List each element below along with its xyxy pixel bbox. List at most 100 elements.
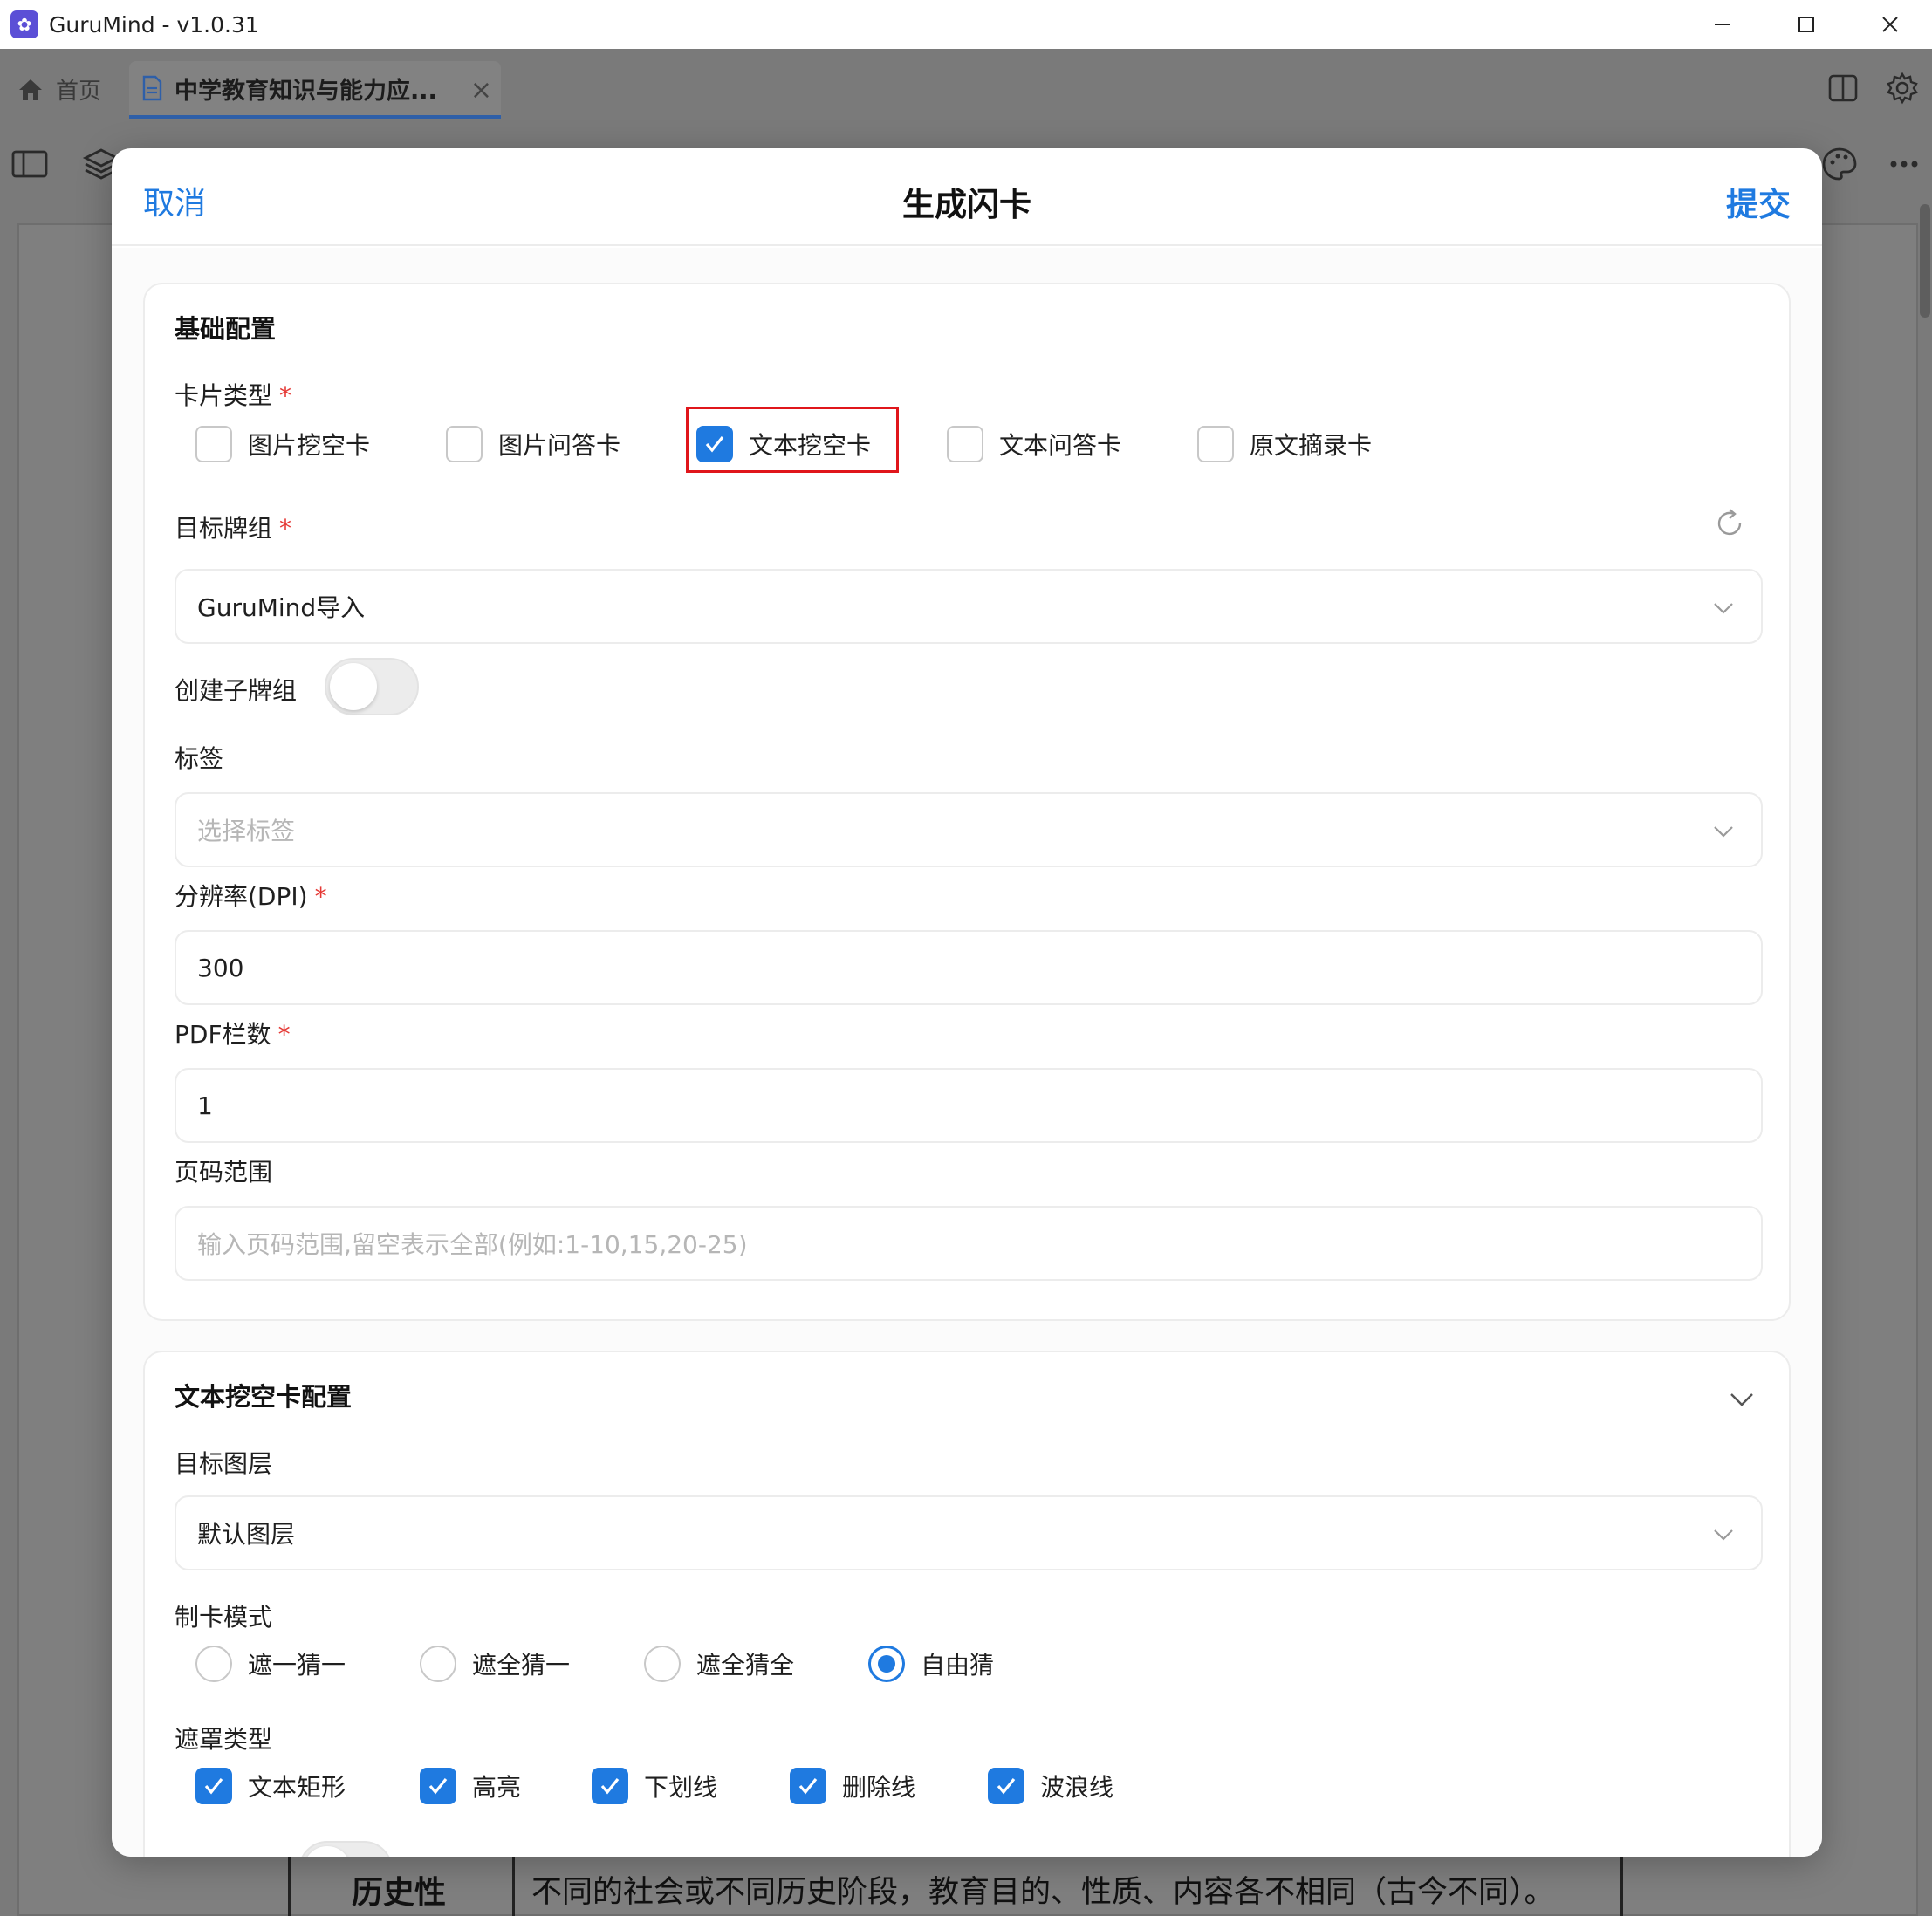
- submit-button[interactable]: 提交: [1726, 178, 1791, 225]
- app-logo-icon: ✿: [10, 10, 38, 38]
- option-label: 遮全猜全: [696, 1651, 795, 1680]
- tags-select[interactable]: 选择标签: [175, 792, 1763, 867]
- option-label: 删除线: [842, 1773, 916, 1802]
- gear-icon: [1887, 72, 1918, 105]
- mask-underline[interactable]: 下划线: [592, 1768, 790, 1804]
- option-label: 文本矩形: [248, 1773, 346, 1802]
- tabbar-actions: [1813, 72, 1932, 105]
- cloze-option-toggle[interactable]: [298, 1841, 393, 1857]
- deck-label: 目标牌组 *: [175, 514, 292, 543]
- option-label: 图片问答卡: [498, 431, 621, 460]
- window-controls: [1681, 0, 1932, 49]
- tab-home[interactable]: 首页: [16, 73, 101, 106]
- window-title: GuruMind - v1.0.31: [49, 11, 259, 38]
- deck-select-value: GuruMind导入: [197, 593, 366, 622]
- palette-icon[interactable]: [1820, 145, 1859, 183]
- tags-label: 标签: [175, 744, 224, 773]
- tab-close-button[interactable]: ×: [470, 75, 492, 106]
- maximize-icon: [1798, 17, 1814, 32]
- mask-highlight[interactable]: 高亮: [420, 1768, 592, 1804]
- checkmark-icon: [428, 1778, 448, 1795]
- checkmark-icon: [798, 1778, 818, 1795]
- home-icon: [19, 79, 42, 100]
- mask-text-rect[interactable]: 文本矩形: [195, 1768, 420, 1804]
- document-tab-label: 中学教育知识与能力应...: [175, 77, 437, 105]
- maximize-button[interactable]: [1764, 0, 1848, 49]
- table-divider: [512, 1850, 515, 1916]
- settings-button[interactable]: [1873, 72, 1932, 105]
- page-range-label: 页码范围: [175, 1158, 273, 1187]
- minimize-button[interactable]: [1681, 0, 1764, 49]
- dialog-header: 取消 生成闪卡 提交: [112, 148, 1822, 246]
- dpi-input[interactable]: 300: [175, 930, 1763, 1005]
- pdf-columns-value: 1: [197, 1091, 213, 1120]
- target-layer-select[interactable]: 默认图层: [175, 1495, 1763, 1570]
- target-layer-value: 默认图层: [197, 1520, 296, 1549]
- option-label: 高亮: [472, 1773, 522, 1802]
- checkmark-icon: [204, 1778, 223, 1795]
- mask-type-options: 文本矩形 高亮 下划线 删除线 波浪线: [195, 1768, 1186, 1804]
- dpi-label: 分辨率(DPI) *: [175, 882, 327, 911]
- checkbox-checked[interactable]: [420, 1768, 456, 1804]
- title-bar: ✿ GuruMind - v1.0.31: [0, 0, 1932, 49]
- dpi-value: 300: [197, 953, 244, 982]
- collapse-chevron-icon[interactable]: [1726, 1384, 1757, 1415]
- chevron-down-icon: [1714, 1529, 1733, 1541]
- card-type-label: 卡片类型 *: [175, 381, 292, 410]
- option-label: 自由猜: [921, 1651, 995, 1680]
- dialog-body: 基础配置 卡片类型 * 图片挖空卡 图片问答卡 文本挖空卡 文本问答卡 原文摘录…: [112, 248, 1822, 1857]
- subdeck-toggle[interactable]: [325, 658, 419, 715]
- page-range-input[interactable]: 输入页码范围,留空表示全部(例如:1-10,15,20-25): [175, 1206, 1763, 1281]
- mask-wavy-line[interactable]: 波浪线: [988, 1768, 1186, 1804]
- deck-select[interactable]: GuruMind导入: [175, 569, 1763, 644]
- checkbox[interactable]: [1197, 426, 1234, 462]
- checkbox[interactable]: [195, 426, 232, 462]
- sidebar-toggle-icon[interactable]: [10, 145, 49, 183]
- basic-config-section: 基础配置 卡片类型 * 图片挖空卡 图片问答卡 文本挖空卡 文本问答卡 原文摘录…: [143, 283, 1791, 1321]
- generate-flashcard-dialog: 取消 生成闪卡 提交 基础配置 卡片类型 * 图片挖空卡 图片问答卡 文本挖空卡…: [112, 148, 1822, 1857]
- radio[interactable]: [195, 1646, 232, 1682]
- toggle-knob: [304, 1846, 351, 1857]
- mask-strikethrough[interactable]: 删除线: [790, 1768, 988, 1804]
- card-type-excerpt[interactable]: 原文摘录卡: [1197, 426, 1448, 462]
- vertical-scrollbar[interactable]: [1920, 204, 1930, 318]
- basic-config-title: 基础配置: [175, 314, 277, 344]
- card-type-text-qa[interactable]: 文本问答卡: [947, 426, 1197, 462]
- more-icon[interactable]: [1885, 145, 1923, 183]
- mode-hide-all-guess-all[interactable]: 遮全猜全: [644, 1646, 868, 1682]
- card-mode-label: 制卡模式: [175, 1603, 273, 1632]
- pdf-columns-label: PDF栏数 *: [175, 1020, 291, 1049]
- tags-placeholder: 选择标签: [197, 817, 296, 845]
- pdf-columns-input[interactable]: 1: [175, 1068, 1763, 1143]
- card-type-image-cloze[interactable]: 图片挖空卡: [195, 426, 446, 462]
- mode-free-guess[interactable]: 自由猜: [868, 1646, 1093, 1682]
- minimize-icon: [1715, 24, 1730, 25]
- card-mode-options: 遮一猜一 遮全猜一 遮全猜全 自由猜: [195, 1646, 1093, 1682]
- checkbox-checked[interactable]: [790, 1768, 826, 1804]
- option-label: 波浪线: [1040, 1773, 1114, 1802]
- option-label: 下划线: [644, 1773, 718, 1802]
- close-window-button[interactable]: [1848, 0, 1932, 49]
- checkbox-checked[interactable]: [988, 1768, 1024, 1804]
- checkbox[interactable]: [947, 426, 983, 462]
- tab-document[interactable]: 中学教育知识与能力应... ×: [129, 61, 501, 119]
- card-type-image-qa[interactable]: 图片问答卡: [446, 426, 696, 462]
- mask-type-label: 遮罩类型: [175, 1725, 273, 1754]
- mode-hide-all-guess-one[interactable]: 遮全猜一: [420, 1646, 644, 1682]
- document-table-row: 历史性 不同的社会或不同历史阶段，教育目的、性质、内容各不相同（古今不同）。: [288, 1850, 1623, 1916]
- text-cloze-config-title: 文本挖空卡配置: [175, 1382, 353, 1412]
- radio[interactable]: [420, 1646, 456, 1682]
- target-layer-label: 目标图层: [175, 1449, 273, 1478]
- checkbox[interactable]: [446, 426, 483, 462]
- chevron-down-icon: [1714, 603, 1733, 614]
- checkbox-checked[interactable]: [195, 1768, 232, 1804]
- checkmark-icon: [600, 1778, 620, 1795]
- mode-hide-one-guess-one[interactable]: 遮一猜一: [195, 1646, 420, 1682]
- split-view-button[interactable]: [1813, 72, 1873, 105]
- radio[interactable]: [644, 1646, 681, 1682]
- page-range-placeholder: 输入页码范围,留空表示全部(例如:1-10,15,20-25): [197, 1230, 748, 1259]
- radio-selected[interactable]: [868, 1646, 905, 1682]
- checkbox-checked[interactable]: [592, 1768, 628, 1804]
- home-tab-label: 首页: [56, 79, 102, 105]
- refresh-icon[interactable]: [1712, 506, 1747, 541]
